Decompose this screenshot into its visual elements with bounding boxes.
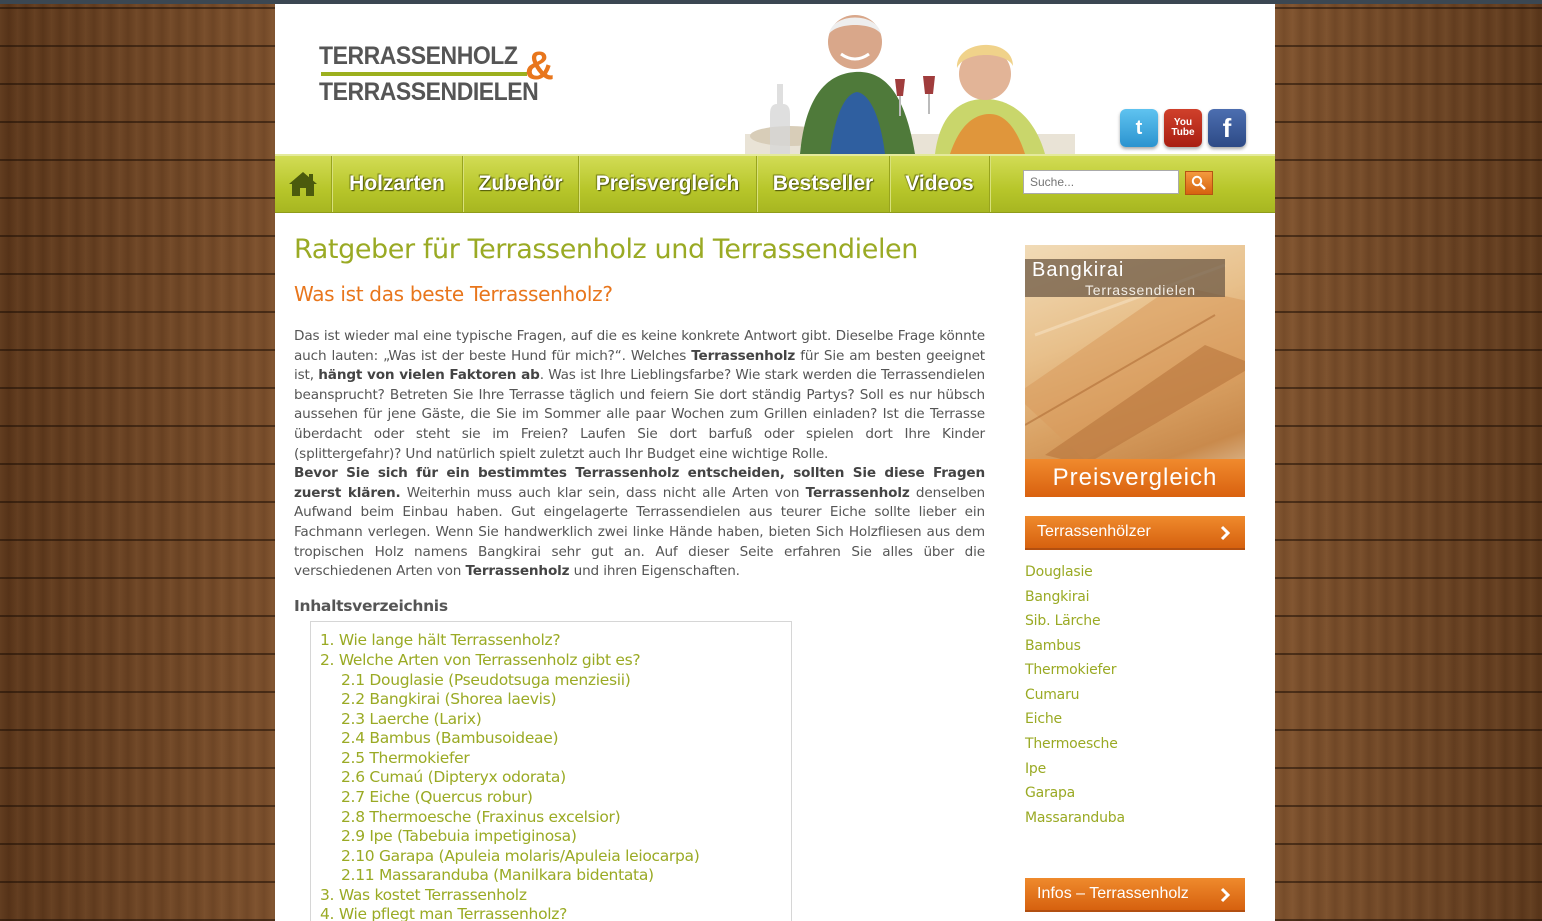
toc-link[interactable]: 2.7 Eiche (Quercus robur) <box>341 788 533 806</box>
logo-ampersand: & <box>525 44 554 88</box>
nav-home[interactable] <box>275 156 332 212</box>
youtube-glyph: You Tube <box>1171 117 1195 138</box>
promo-subtitle: Terrassendielen <box>1085 282 1196 298</box>
sidebar-link[interactable]: Cumaru <box>1025 687 1079 703</box>
toc-link[interactable]: 2.5 Thermokiefer <box>341 749 470 767</box>
widget-header-terrassenhoelzer[interactable]: Terrassenhölzer <box>1025 516 1245 550</box>
sidebar-link[interactable]: Thermoesche <box>1025 736 1118 752</box>
page-subtitle: Was ist das beste Terrassenholz? <box>294 282 613 306</box>
logo-line-1: TERRASSENHOLZ <box>319 42 518 70</box>
toc-link[interactable]: 1. Wie lange hält Terrassenholz? <box>320 631 561 649</box>
widget-title: Infos – Terrassenholz <box>1037 885 1189 902</box>
toc-link[interactable]: 2.1 Douglasie (Pseudotsuga menziesii) <box>341 671 631 689</box>
widget-header-infos[interactable]: Infos – Terrassenholz <box>1025 878 1245 912</box>
promo-title: Bangkirai <box>1032 259 1125 281</box>
facebook-icon[interactable]: f <box>1208 109 1246 147</box>
sidebar-link[interactable]: Massaranduba <box>1025 810 1125 826</box>
search-icon <box>1191 175 1206 190</box>
facebook-glyph: f <box>1222 112 1232 143</box>
twitter-glyph: t <box>1135 116 1143 139</box>
sidebar-link[interactable]: Bangkirai <box>1025 589 1090 605</box>
twitter-icon[interactable]: t <box>1120 109 1158 147</box>
logo-underline <box>321 72 527 76</box>
toc-link[interactable]: 2.3 Laerche (Larix) <box>341 710 482 728</box>
intro-paragraph-2: Bevor Sie sich für ein bestimmtes Terras… <box>294 464 985 582</box>
sidebar-link[interactable]: Thermokiefer <box>1025 662 1116 678</box>
sidebar-link[interactable]: Douglasie <box>1025 564 1093 580</box>
chevron-right-icon <box>1220 887 1231 903</box>
nav-holzarten[interactable]: Holzarten <box>332 156 463 212</box>
text-segment: Weiterhin muss auch klar sein, dass nich… <box>400 484 806 501</box>
toc-link[interactable]: 2.6 Cumaú (Dipteryx odorata) <box>341 768 566 786</box>
header-photo-seniors-toasting <box>745 4 1075 154</box>
page-container: TERRASSENHOLZ TERRASSENDIELEN & t You Tu… <box>275 4 1275 921</box>
search-button[interactable] <box>1185 171 1213 195</box>
bold-keyword: Terrassenholz <box>691 347 796 364</box>
toc-link[interactable]: 4. Wie pflegt man Terrassenholz? <box>320 905 567 921</box>
nav-videos[interactable]: Videos <box>890 156 990 212</box>
toc-title: Inhaltsverzeichnis <box>294 597 448 615</box>
text-segment: und ihren Eigenschaften. <box>569 563 740 580</box>
toc-link[interactable]: 3. Was kostet Terrassenholz <box>320 886 527 904</box>
chevron-right-icon <box>1220 525 1231 541</box>
nav-bestseller[interactable]: Bestseller <box>757 156 890 212</box>
promo-cta: Preisvergleich <box>1052 464 1218 491</box>
toc-link[interactable]: 2.2 Bangkirai (Shorea laevis) <box>341 690 557 708</box>
toc-link[interactable]: 2. Welche Arten von Terrassenholz gibt e… <box>320 651 641 669</box>
sidebar-link[interactable]: Eiche <box>1025 711 1062 727</box>
toc-link[interactable]: 2.9 Ipe (Tabebuia impetiginosa) <box>341 827 577 845</box>
site-logo[interactable]: TERRASSENHOLZ TERRASSENDIELEN & <box>319 42 564 112</box>
house-icon <box>289 172 317 196</box>
widget-title: Terrassenhölzer <box>1037 523 1151 540</box>
sidebar-link[interactable]: Sib. Lärche <box>1025 613 1101 629</box>
intro-paragraph-1: Das ist wieder mal eine typische Fragen,… <box>294 327 985 464</box>
page-title: Ratgeber für Terrassenholz und Terrassen… <box>294 234 918 265</box>
toc-link[interactable]: 2.11 Massaranduba (Manilkara bidentata) <box>341 866 654 884</box>
nav-preisvergleich[interactable]: Preisvergleich <box>579 156 757 212</box>
bold-keyword: Terrassenholz <box>805 484 910 501</box>
nav-zubehoer[interactable]: Zubehör <box>463 156 579 212</box>
sidebar-link[interactable]: Bambus <box>1025 638 1081 654</box>
bold-keyword: hängt von vielen Faktoren ab <box>318 367 540 384</box>
toc-link[interactable]: 2.4 Bambus (Bambusoideae) <box>341 729 559 747</box>
sidebar-link[interactable]: Garapa <box>1025 785 1075 801</box>
bold-keyword: Terrassenholz <box>465 563 570 580</box>
toc-link[interactable]: 2.10 Garapa (Apuleia molaris/Apuleia lei… <box>341 847 700 865</box>
site-header: TERRASSENHOLZ TERRASSENDIELEN & t You Tu… <box>275 4 1275 154</box>
search-input[interactable] <box>1023 170 1179 194</box>
logo-line-2: TERRASSENDIELEN <box>319 78 539 106</box>
toc-link[interactable]: 2.8 Thermoesche (Fraxinus excelsior) <box>341 808 621 826</box>
main-navigation: Holzarten Zubehör Preisvergleich Bestsel… <box>275 154 1275 213</box>
intro-text: Das ist wieder mal eine typische Fragen,… <box>294 327 985 582</box>
youtube-icon[interactable]: You Tube <box>1164 109 1202 147</box>
table-of-contents: 1. Wie lange hält Terrassenholz? 2. Welc… <box>310 621 792 921</box>
sidebar-link[interactable]: Ipe <box>1025 761 1046 777</box>
bangkirai-promo-banner[interactable]: Bangkirai Terrassendielen Preisvergleich <box>1025 245 1245 497</box>
